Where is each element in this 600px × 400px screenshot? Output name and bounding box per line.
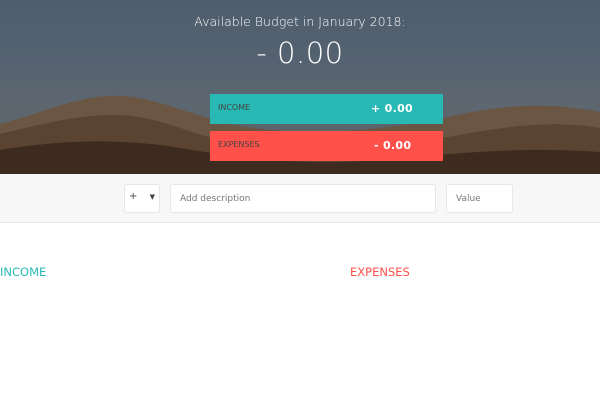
chevron-down-icon: ▼ (149, 193, 155, 201)
income-summary-label: INCOME (218, 103, 251, 112)
expenses-list-title: EXPENSES (350, 265, 410, 279)
budget-header: Available Budget in January 2018: - 0.00… (0, 0, 600, 174)
income-list-title: INCOME (0, 265, 47, 279)
description-input[interactable] (170, 184, 436, 213)
income-summary: INCOME + 0.00 (210, 94, 443, 124)
expenses-summary-label: EXPENSES (218, 140, 260, 149)
expenses-summary-value: - 0.00 (374, 139, 412, 152)
expenses-summary: EXPENSES - 0.00 --- (210, 131, 443, 161)
value-input[interactable] (446, 184, 513, 213)
type-select-value: + (129, 191, 138, 202)
budget-title: Available Budget in January 2018: (194, 14, 406, 29)
budget-value: - 0.00 (256, 36, 344, 70)
income-summary-value: + 0.00 (371, 102, 413, 115)
type-select[interactable]: + ▼ (124, 184, 160, 213)
add-item-bar: + ▼ (0, 174, 600, 223)
